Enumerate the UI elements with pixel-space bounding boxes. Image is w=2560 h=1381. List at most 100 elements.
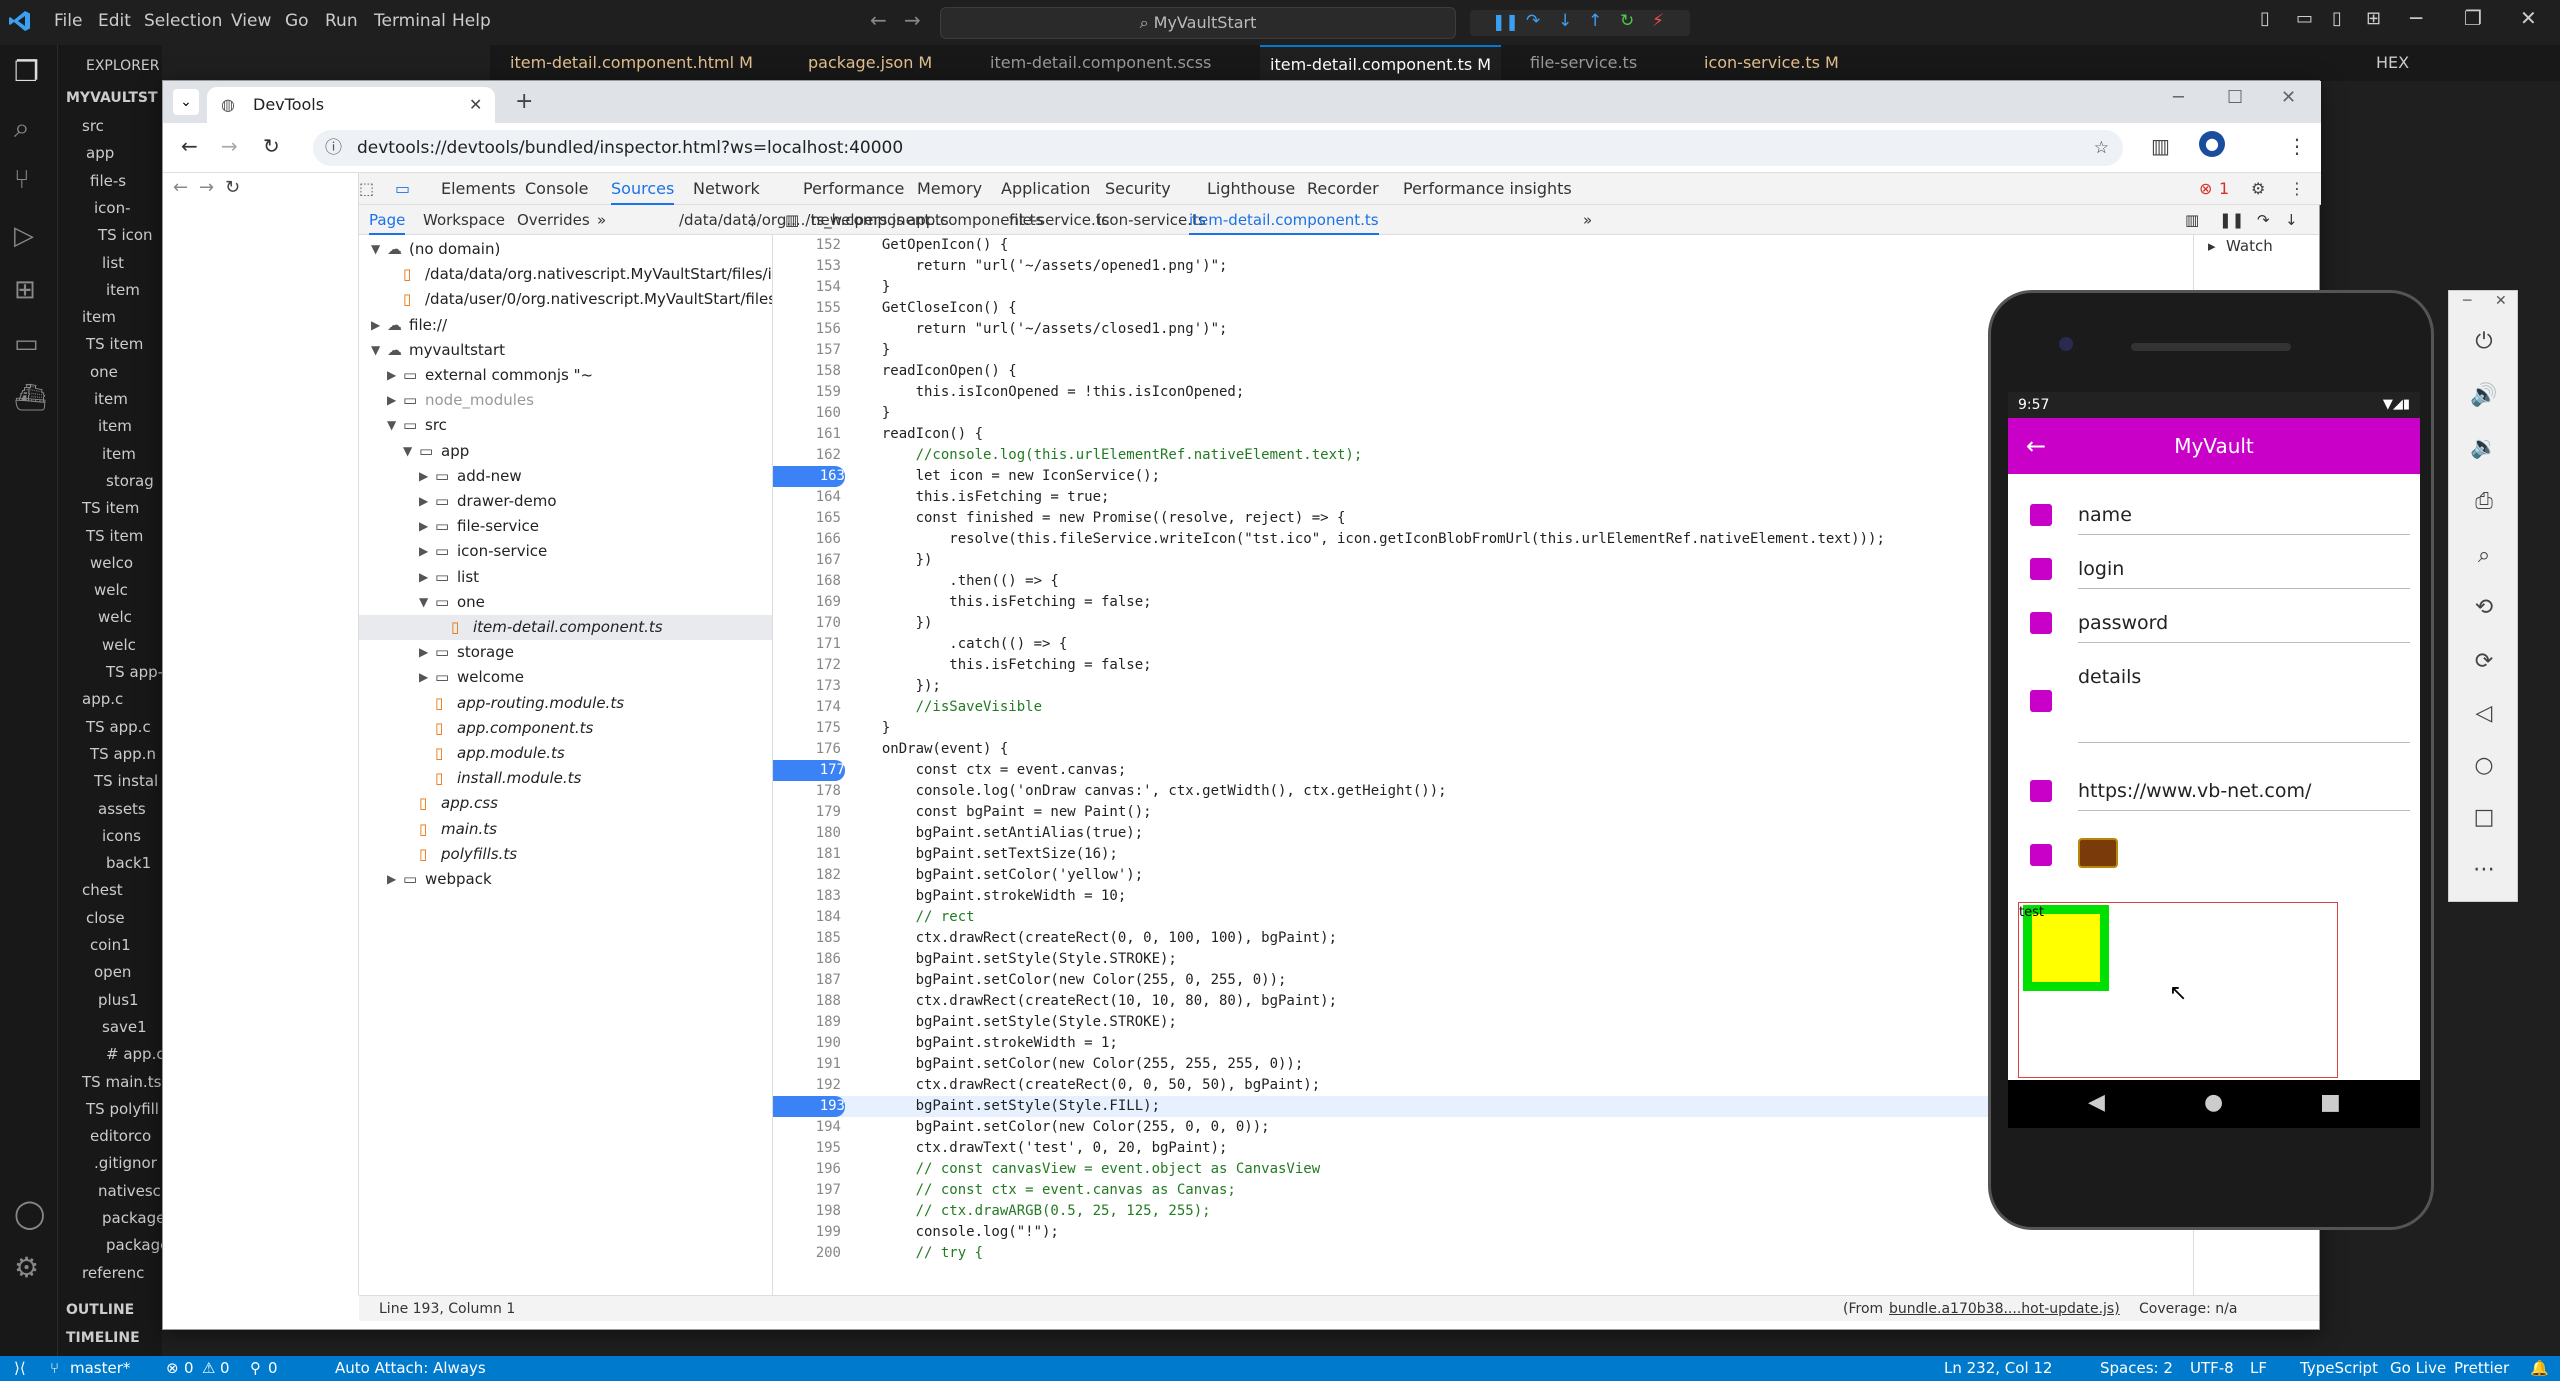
navigator-row[interactable]: ▶ ▭ add-new xyxy=(359,464,772,489)
remote-explorer-icon[interactable]: ▭ xyxy=(14,329,39,359)
explorer-item[interactable]: TS app-r xyxy=(106,659,162,686)
step-out-icon[interactable]: ↑ xyxy=(1588,11,1602,31)
go-live[interactable]: Go Live xyxy=(2390,1356,2446,1381)
panel-tab-lighthouse[interactable]: Lighthouse xyxy=(1207,173,1295,205)
more-vert-icon[interactable]: ⋮ xyxy=(2287,134,2307,158)
panel-tab-memory[interactable]: Memory xyxy=(917,173,982,205)
explorer-item[interactable]: coin1 xyxy=(90,932,131,959)
url-input[interactable]: ⓘ devtools://devtools/bundled/inspector.… xyxy=(313,130,2123,166)
git-branch[interactable]: master* xyxy=(70,1356,130,1381)
line-number[interactable]: 189 xyxy=(773,1012,841,1033)
tab-overrides[interactable]: Overrides xyxy=(517,205,590,235)
explorer-item[interactable]: item xyxy=(94,386,128,413)
ports-count[interactable]: 0 xyxy=(268,1356,278,1381)
code-line[interactable]: 171 .catch(() => { xyxy=(773,634,2193,655)
code-line[interactable]: 198 // ctx.drawARGB(0.5, 25, 125, 255); xyxy=(773,1201,2193,1222)
devtools-more-icon[interactable]: ⋮ xyxy=(2289,173,2305,205)
collapsed-arrow-icon[interactable]: ▶ xyxy=(419,464,428,489)
code-line[interactable]: 166 resolve(this.fileService.writeIcon("… xyxy=(773,529,2193,550)
code-line[interactable]: 179 const bgPaint = new Paint(); xyxy=(773,802,2193,823)
line-number[interactable]: 187 xyxy=(773,970,841,991)
remote-icon[interactable]: ⟩⟨ xyxy=(14,1356,26,1381)
code-line[interactable]: 163 let icon = new IconService(); xyxy=(773,466,2193,487)
explorer-root[interactable]: MYVAULTST xyxy=(66,85,158,112)
code-line[interactable]: 187 bgPaint.setColor(new Color(255, 0, 2… xyxy=(773,970,2193,991)
line-number[interactable]: 195 xyxy=(773,1138,841,1159)
code-line[interactable]: 186 bgPaint.setStyle(Style.STROKE); xyxy=(773,949,2193,970)
code-line[interactable]: 172 this.isFetching = false; xyxy=(773,655,2193,676)
explorer-item[interactable]: package xyxy=(106,1232,162,1259)
panel-tab-recorder[interactable]: Recorder xyxy=(1307,173,1379,205)
overview-square-icon[interactable]: □ xyxy=(2469,803,2499,833)
code-line[interactable]: 189 bgPaint.setStyle(Style.STROKE); xyxy=(773,1012,2193,1033)
run-debug-icon[interactable]: ▷ xyxy=(14,221,34,251)
line-number[interactable]: 153 xyxy=(773,256,841,277)
dt-back-icon[interactable]: ← xyxy=(173,177,188,198)
explorer-item[interactable]: TS app.c xyxy=(86,714,151,741)
line-number[interactable]: 200 xyxy=(773,1243,841,1264)
notifications-bell-icon[interactable]: 🔔 xyxy=(2530,1356,2549,1381)
line-number[interactable]: 169 xyxy=(773,592,841,613)
collapsed-arrow-icon[interactable]: ▶ xyxy=(419,489,428,514)
navigator-row[interactable]: ▶ ▭ list xyxy=(359,565,772,590)
navigator-row[interactable]: ▶ ▭ welcome xyxy=(359,665,772,690)
navigator-row[interactable]: ▶ ▭ webpack xyxy=(359,867,772,892)
line-number[interactable]: 174 xyxy=(773,697,841,718)
disconnect-icon[interactable]: ⚡ xyxy=(1652,11,1664,31)
menu-help[interactable]: Help xyxy=(452,11,491,31)
code-line[interactable]: 157 } xyxy=(773,340,2193,361)
navigator-row[interactable]: ▼ ☁ myvaultstart xyxy=(359,338,772,363)
forward-arrow-icon[interactable]: → xyxy=(904,8,921,32)
source-control-icon[interactable]: ⑂ xyxy=(14,165,30,195)
toggle-debugger-icon[interactable]: ▥ xyxy=(2185,205,2199,235)
close-tab-icon[interactable]: ✕ xyxy=(469,87,482,123)
explorer-item[interactable]: # app.css xyxy=(106,1041,162,1068)
line-number[interactable]: 158 xyxy=(773,361,841,382)
dt-pause-icon[interactable]: ❚❚ xyxy=(2219,205,2244,235)
back-arrow-icon[interactable]: ← xyxy=(870,8,887,32)
power-icon[interactable]: ⏻ xyxy=(2469,327,2499,357)
collapsed-arrow-icon[interactable]: ▶ xyxy=(371,313,380,338)
panel-tab-elements[interactable]: Elements xyxy=(441,173,516,205)
tab-item-detail-ts[interactable]: item-detail.component.ts M xyxy=(1260,45,1502,81)
collapsed-arrow-icon[interactable]: ▶ xyxy=(387,363,396,388)
code-line[interactable]: 177 const ctx = event.canvas; xyxy=(773,760,2193,781)
menu-edit[interactable]: Edit xyxy=(98,11,131,31)
line-number[interactable]: 190 xyxy=(773,1033,841,1054)
navigator-row[interactable]: ▯ app.module.ts xyxy=(359,741,772,766)
collapsed-arrow-icon[interactable]: ▶ xyxy=(387,388,396,413)
volume-up-icon[interactable]: 🔊 xyxy=(2469,381,2499,411)
volume-down-icon[interactable]: 🔉 xyxy=(2469,433,2499,463)
tab-item-detail-scss[interactable]: item-detail.component.scss xyxy=(990,45,1211,81)
settings-gear-icon[interactable]: ⚙ xyxy=(14,1251,39,1284)
expanded-arrow-icon[interactable]: ▼ xyxy=(419,590,428,615)
eol[interactable]: LF xyxy=(2250,1356,2267,1381)
navigator-row[interactable]: ▶ ▭ node_modules xyxy=(359,388,772,413)
explorer-item[interactable]: .gitignor xyxy=(94,1150,157,1177)
new-tab-icon[interactable]: + xyxy=(515,89,533,114)
toggle-sidebar-icon[interactable]: ▯ xyxy=(2260,8,2270,29)
explorer-item[interactable]: save1 xyxy=(102,1014,147,1041)
code-line[interactable]: 174 //isSaveVisible xyxy=(773,697,2193,718)
home-circle-icon[interactable]: ○ xyxy=(2469,751,2499,781)
zoom-icon[interactable]: ⌕ xyxy=(2469,541,2499,571)
line-number[interactable]: 164 xyxy=(773,487,841,508)
close-window-icon[interactable]: ✕ xyxy=(2520,6,2537,30)
line-number[interactable]: 154 xyxy=(773,277,841,298)
explorer-item[interactable]: editorco xyxy=(90,1123,151,1150)
explorer-item[interactable]: TS icon xyxy=(98,222,153,249)
line-number[interactable]: 171 xyxy=(773,634,841,655)
expanded-arrow-icon[interactable]: ▼ xyxy=(387,413,396,438)
error-count[interactable]: 0 xyxy=(184,1356,194,1381)
explorer-item[interactable]: storag xyxy=(106,468,154,495)
explorer-item[interactable]: nativesc xyxy=(98,1178,161,1205)
explorer-item[interactable]: TS item xyxy=(82,495,139,522)
explorer-item[interactable]: assets xyxy=(98,796,146,823)
more-files-icon[interactable]: » xyxy=(1583,205,1592,235)
toggle-panel-icon[interactable]: ▭ xyxy=(2296,8,2313,29)
code-line[interactable]: 155 GetCloseIcon() { xyxy=(773,298,2193,319)
watch-section[interactable]: Watch xyxy=(2226,237,2273,255)
pause-icon[interactable]: ❚❚ xyxy=(1492,12,1519,31)
line-number[interactable]: 173 xyxy=(773,676,841,697)
dt-forward-icon[interactable]: → xyxy=(199,177,214,198)
